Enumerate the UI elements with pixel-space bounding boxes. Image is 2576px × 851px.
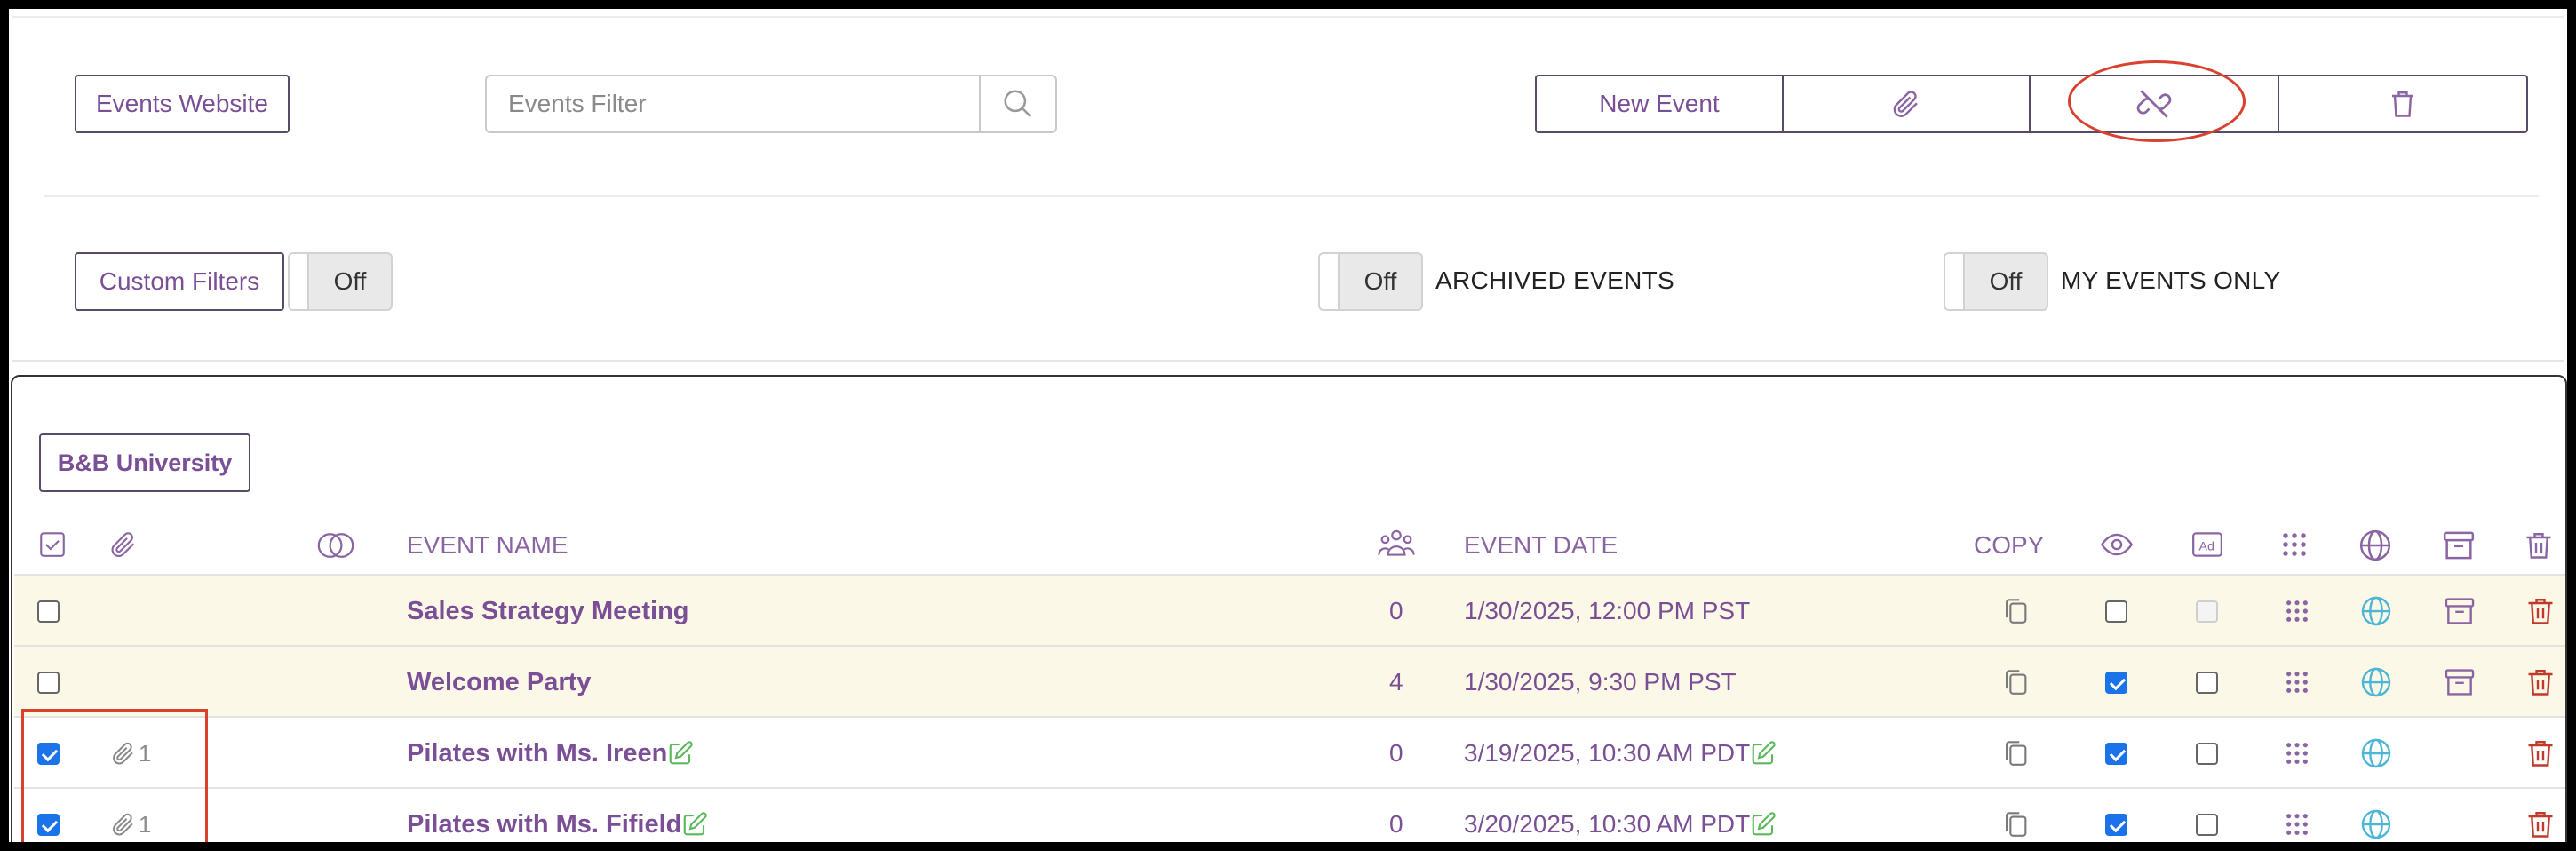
- qr-dots-icon[interactable]: [2285, 670, 2310, 695]
- table-header: EVENT NAME EVENT DATE COPY Ad: [12, 519, 2565, 572]
- archive-icon: [2443, 531, 2475, 560]
- qr-dots-icon[interactable]: [2285, 741, 2310, 766]
- table-row[interactable]: Sales Strategy Meeting 0 1/30/2025, 12:0…: [14, 574, 2565, 645]
- globe-icon[interactable]: [2359, 736, 2393, 770]
- toggle-knob: [1320, 254, 1340, 309]
- trash-icon[interactable]: [2524, 736, 2556, 771]
- toggle-state-label: Off: [333, 267, 367, 295]
- event-date: 3/20/2025, 10:30 AM PDT: [1464, 810, 1751, 838]
- copy-icon[interactable]: [2000, 594, 2031, 628]
- qr-dots-icon[interactable]: [2285, 812, 2310, 837]
- event-name-link[interactable]: Pilates with Ms. Fifield: [407, 810, 681, 839]
- events-filter-input[interactable]: [487, 76, 979, 131]
- globe-icon[interactable]: [2359, 807, 2393, 841]
- delete-button[interactable]: [2278, 75, 2528, 133]
- select-all-icon[interactable]: [37, 529, 68, 560]
- visible-checkbox[interactable]: [2105, 742, 2127, 765]
- row-select-checkbox[interactable]: [37, 600, 60, 623]
- toggle-state-label: Off: [1364, 267, 1397, 295]
- globe-icon[interactable]: [2359, 594, 2393, 628]
- attendee-count: 0: [1389, 597, 1403, 624]
- edit-icon[interactable]: [1750, 740, 1777, 767]
- edit-icon[interactable]: [667, 740, 694, 767]
- table-row[interactable]: 1 Pilates with Ms. Fifield 0 3/20/2025, …: [14, 787, 2565, 842]
- header-event-name: EVENT NAME: [407, 531, 568, 559]
- visible-checkbox[interactable]: [2105, 671, 2127, 694]
- visible-checkbox[interactable]: [2105, 600, 2127, 623]
- my-events-only-toggle[interactable]: Off: [1944, 252, 2048, 311]
- ad-checkbox: [2196, 600, 2218, 623]
- annotation-box: [21, 709, 208, 842]
- globe-icon: [2359, 529, 2391, 561]
- ad-checkbox[interactable]: [2196, 742, 2218, 765]
- attendee-count: 0: [1389, 739, 1403, 767]
- header-event-date: EVENT DATE: [1464, 531, 1618, 559]
- toggle-knob: [1945, 254, 1965, 309]
- events-website-button[interactable]: Events Website: [75, 75, 290, 133]
- header-copy: COPY: [1974, 531, 2045, 559]
- event-date: 3/19/2025, 10:30 AM PDT: [1464, 739, 1751, 767]
- custom-filters-button[interactable]: Custom Filters: [75, 252, 284, 311]
- event-date: 1/30/2025, 9:30 PM PST: [1464, 668, 1737, 696]
- overlap-circles-icon: [317, 533, 354, 558]
- trash-icon[interactable]: [2524, 664, 2556, 700]
- attach-button[interactable]: [1782, 75, 2031, 133]
- edit-icon[interactable]: [1750, 811, 1777, 838]
- custom-filters-toggle[interactable]: Off: [288, 252, 393, 311]
- copy-icon[interactable]: [2000, 665, 2031, 699]
- ad-checkbox[interactable]: [2196, 671, 2218, 694]
- globe-icon[interactable]: [2359, 665, 2393, 699]
- new-event-button[interactable]: New Event: [1535, 75, 1784, 133]
- event-name-link[interactable]: Sales Strategy Meeting: [407, 597, 689, 626]
- trash-icon[interactable]: [2524, 807, 2556, 842]
- events-table-panel: B&B University EVENT NAME EVENT DATE COP…: [11, 375, 2567, 842]
- archived-events-label: ARCHIVED EVENTS: [1435, 266, 1674, 294]
- attendee-count: 0: [1389, 810, 1403, 838]
- event-date: 1/30/2025, 12:00 PM PST: [1464, 597, 1751, 624]
- attendees-icon: [1378, 529, 1415, 556]
- group-button-bb-university[interactable]: B&B University: [39, 433, 250, 492]
- app-frame: Events Website New Event Custom Filters …: [9, 9, 2567, 842]
- trash-icon[interactable]: [2524, 593, 2556, 629]
- event-name-link[interactable]: Pilates with Ms. Ireen: [407, 739, 667, 768]
- ad-icon: Ad: [2192, 532, 2222, 557]
- copy-icon[interactable]: [2000, 736, 2031, 770]
- toggle-knob: [290, 254, 309, 309]
- paperclip-icon: [1893, 91, 1918, 117]
- toolbar-divider: [44, 195, 2539, 197]
- paperclip-icon: [111, 532, 135, 558]
- search-button[interactable]: [979, 76, 1055, 131]
- event-name-link[interactable]: Welcome Party: [407, 668, 591, 697]
- copy-icon[interactable]: [2000, 807, 2031, 841]
- archived-events-toggle[interactable]: Off: [1318, 252, 1423, 311]
- table-row[interactable]: Welcome Party 4 1/30/2025, 9:30 PM PST: [14, 645, 2565, 716]
- toggle-state-label: Off: [1989, 267, 2023, 295]
- edit-icon[interactable]: [681, 811, 708, 838]
- visible-checkbox[interactable]: [2105, 813, 2127, 836]
- eye-icon: [2101, 533, 2133, 556]
- qr-dots-icon: [2283, 533, 2306, 556]
- annotation-ellipse: [2068, 60, 2246, 142]
- trash-icon: [2392, 91, 2413, 117]
- events-filter-search: [485, 75, 1057, 133]
- ad-checkbox[interactable]: [2196, 813, 2218, 836]
- qr-dots-icon[interactable]: [2285, 599, 2310, 624]
- table-row[interactable]: 1 Pilates with Ms. Ireen 0 3/19/2025, 10…: [14, 716, 2565, 787]
- attendee-count: 4: [1389, 668, 1403, 696]
- row-select-checkbox[interactable]: [37, 671, 60, 694]
- archive-icon[interactable]: [2443, 594, 2477, 628]
- my-events-only-label: MY EVENTS ONLY: [2061, 266, 2281, 294]
- svg-text:Ad: Ad: [2199, 539, 2214, 553]
- archive-icon[interactable]: [2443, 665, 2477, 699]
- trash-icon: [2526, 533, 2551, 559]
- search-icon: [1004, 90, 1032, 118]
